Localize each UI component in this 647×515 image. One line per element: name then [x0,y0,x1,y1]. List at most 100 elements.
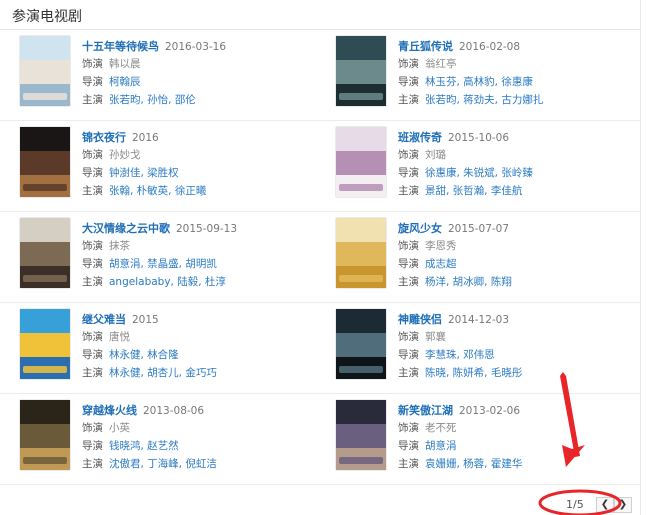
cast-label: 主演 [82,94,103,106]
show-row: 继父难当 2015 饰演 唐悦 导演 林永健, 林合隆 主演 林永健, 胡杏儿, 金巧巧 神雕侠… [0,303,640,394]
role-value: 韩以晨 [109,58,141,70]
show-title-link[interactable]: 旋风少女 [398,222,442,235]
cast-line: 主演 杨洋, 胡冰卿, 陈翔 [398,274,634,291]
show-poster[interactable] [20,400,70,470]
chevron-left-icon: ❮ [600,499,610,510]
role-label: 饰演 [82,149,103,161]
show-poster[interactable] [336,36,386,106]
show-card[interactable]: 大汉情缘之云中歌 2015-09-13 饰演 抹茶 导演 胡意涓, 禁晶盛, 胡明凯 主演 a… [20,218,320,298]
show-card[interactable]: 锦衣夜行 2016 饰演 孙妙戈 导演 钟澍佳, 梁胜权 主演 张翰, 朴敏英, 徐正曦 [20,127,320,207]
show-title-link[interactable]: 班淑传奇 [398,131,442,144]
cast-value[interactable]: angelababy, 陆毅, 杜淳 [109,276,226,288]
show-heading: 旋风少女 2015-07-07 [398,220,634,237]
director-value[interactable]: 胡意涓 [425,440,457,452]
show-card[interactable]: 旋风少女 2015-07-07 饰演 李恩秀 导演 成志超 主演 杨洋, 胡冰卿, 陈翔 [336,218,636,298]
show-info: 神雕侠侣 2014-12-03 饰演 郭襄 导演 李慧珠, 邓伟恩 主演 陈晓, 陈妍希, 毛… [398,311,634,382]
page: 参演电视剧 十五年等待候鸟 2016-03-16 饰演 韩以晨 导演 柯翰辰 主演 张若昀, … [0,0,647,515]
show-poster[interactable] [20,36,70,106]
show-title-link[interactable]: 神雕侠侣 [398,313,442,326]
show-grid: 十五年等待候鸟 2016-03-16 饰演 韩以晨 导演 柯翰辰 主演 张若昀, 孙怡, 邵伦… [0,30,640,485]
show-card[interactable]: 新笑傲江湖 2013-02-06 饰演 老不死 导演 胡意涓 主演 袁姗姗, 杨蓉, 霍建华 [336,400,636,480]
show-card[interactable]: 班淑传奇 2015-10-06 饰演 刘璐 导演 徐惠康, 朱锐斌, 张岭臻 主演 景甜, 张… [336,127,636,207]
cast-value[interactable]: 张若昀, 蒋劲夫, 古力娜扎 [425,94,543,106]
poster-band [20,333,70,357]
prev-page-button[interactable]: ❮ [596,497,614,513]
role-value: 郭襄 [425,331,446,343]
poster-caption [339,184,383,191]
director-value[interactable]: 钱晓鸿, 赵艺然 [109,440,179,452]
director-label: 导演 [398,167,419,179]
show-poster[interactable] [20,127,70,197]
cast-value[interactable]: 杨洋, 胡冰卿, 陈翔 [425,276,512,288]
show-poster[interactable] [336,400,386,470]
show-info: 继父难当 2015 饰演 唐悦 导演 林永健, 林合隆 主演 林永健, 胡杏儿, 金巧巧 [82,311,318,382]
director-label: 导演 [398,440,419,452]
show-title-link[interactable]: 新笑傲江湖 [398,404,453,417]
cast-value[interactable]: 袁姗姗, 杨蓉, 霍建华 [425,458,522,470]
cast-value[interactable]: 张翰, 朴敏英, 徐正曦 [109,185,206,197]
show-poster[interactable] [20,218,70,288]
director-value[interactable]: 林玉芬, 高林豹, 徐惠康 [425,76,533,88]
show-heading: 继父难当 2015 [82,311,318,328]
role-value: 刘璐 [425,149,446,161]
poster-caption [339,457,383,464]
show-card[interactable]: 十五年等待候鸟 2016-03-16 饰演 韩以晨 导演 柯翰辰 主演 张若昀, 孙怡, 邵伦 [20,36,320,116]
show-card[interactable]: 青丘狐传说 2016-02-08 饰演 翁红亭 导演 林玉芬, 高林豹, 徐惠康 主演 张若昀… [336,36,636,116]
show-info: 班淑传奇 2015-10-06 饰演 刘璐 导演 徐惠康, 朱锐斌, 张岭臻 主演 景甜, 张… [398,129,634,200]
cast-value[interactable]: 景甜, 张哲瀚, 李佳航 [425,185,522,197]
show-title-link[interactable]: 继父难当 [82,313,126,326]
director-value[interactable]: 李慧珠, 邓伟恩 [425,349,495,361]
role-line: 饰演 抹茶 [82,238,318,255]
role-line: 饰演 郭襄 [398,329,634,346]
next-page-button[interactable]: ❯ [614,497,632,513]
role-value: 翁红亭 [425,58,457,70]
show-date: 2013-02-06 [459,405,521,417]
director-value[interactable]: 徐惠康, 朱锐斌, 张岭臻 [425,167,533,179]
director-label: 导演 [82,167,103,179]
show-poster[interactable] [20,309,70,379]
show-title-link[interactable]: 大汉情缘之云中歌 [82,222,170,235]
poster-band [336,60,386,84]
show-title-link[interactable]: 青丘狐传说 [398,40,453,53]
role-label: 饰演 [398,58,419,70]
show-row: 穿越烽火线 2013-08-06 饰演 小英 导演 钱晓鸿, 赵艺然 主演 沈傲君, 丁海峰,… [0,394,640,485]
show-poster[interactable] [336,218,386,288]
show-card[interactable]: 穿越烽火线 2013-08-06 饰演 小英 导演 钱晓鸿, 赵艺然 主演 沈傲君, 丁海峰,… [20,400,320,480]
show-heading: 神雕侠侣 2014-12-03 [398,311,634,328]
show-title-link[interactable]: 锦衣夜行 [82,131,126,144]
cast-label: 主演 [82,185,103,197]
poster-caption [23,93,67,100]
show-poster[interactable] [336,127,386,197]
cast-value[interactable]: 沈傲君, 丁海峰, 倪虹洁 [109,458,217,470]
show-card[interactable]: 继父难当 2015 饰演 唐悦 导演 林永健, 林合隆 主演 林永健, 胡杏儿, 金巧巧 [20,309,320,389]
director-value[interactable]: 柯翰辰 [109,76,141,88]
section-title: 参演电视剧 [12,9,82,25]
director-value[interactable]: 胡意涓, 禁晶盛, 胡明凯 [109,258,217,270]
cast-label: 主演 [398,458,419,470]
show-heading: 班淑传奇 2015-10-06 [398,129,634,146]
director-line: 导演 林玉芬, 高林豹, 徐惠康 [398,74,634,91]
show-date: 2015-10-06 [448,132,510,144]
director-value[interactable]: 成志超 [425,258,457,270]
poster-caption [23,184,67,191]
poster-band [336,400,386,424]
cast-value[interactable]: 陈晓, 陈妍希, 毛晓彤 [425,367,522,379]
cast-label: 主演 [398,276,419,288]
show-row: 十五年等待候鸟 2016-03-16 饰演 韩以晨 导演 柯翰辰 主演 张若昀, 孙怡, 邵伦… [0,30,640,121]
role-value: 小英 [109,422,130,434]
role-line: 饰演 小英 [82,420,318,437]
cast-line: 主演 袁姗姗, 杨蓉, 霍建华 [398,456,634,473]
poster-band [20,309,70,333]
director-label: 导演 [82,76,103,88]
poster-band [20,151,70,175]
show-title-link[interactable]: 十五年等待候鸟 [82,40,159,53]
show-poster[interactable] [336,309,386,379]
show-card[interactable]: 神雕侠侣 2014-12-03 饰演 郭襄 导演 李慧珠, 邓伟恩 主演 陈晓, 陈妍希, 毛… [336,309,636,389]
poster-caption [23,457,67,464]
director-value[interactable]: 林永健, 林合隆 [109,349,179,361]
cast-value[interactable]: 林永健, 胡杏儿, 金巧巧 [109,367,217,379]
director-value[interactable]: 钟澍佳, 梁胜权 [109,167,179,179]
cast-value[interactable]: 张若昀, 孙怡, 邵伦 [109,94,196,106]
show-title-link[interactable]: 穿越烽火线 [82,404,137,417]
cast-label: 主演 [82,276,103,288]
